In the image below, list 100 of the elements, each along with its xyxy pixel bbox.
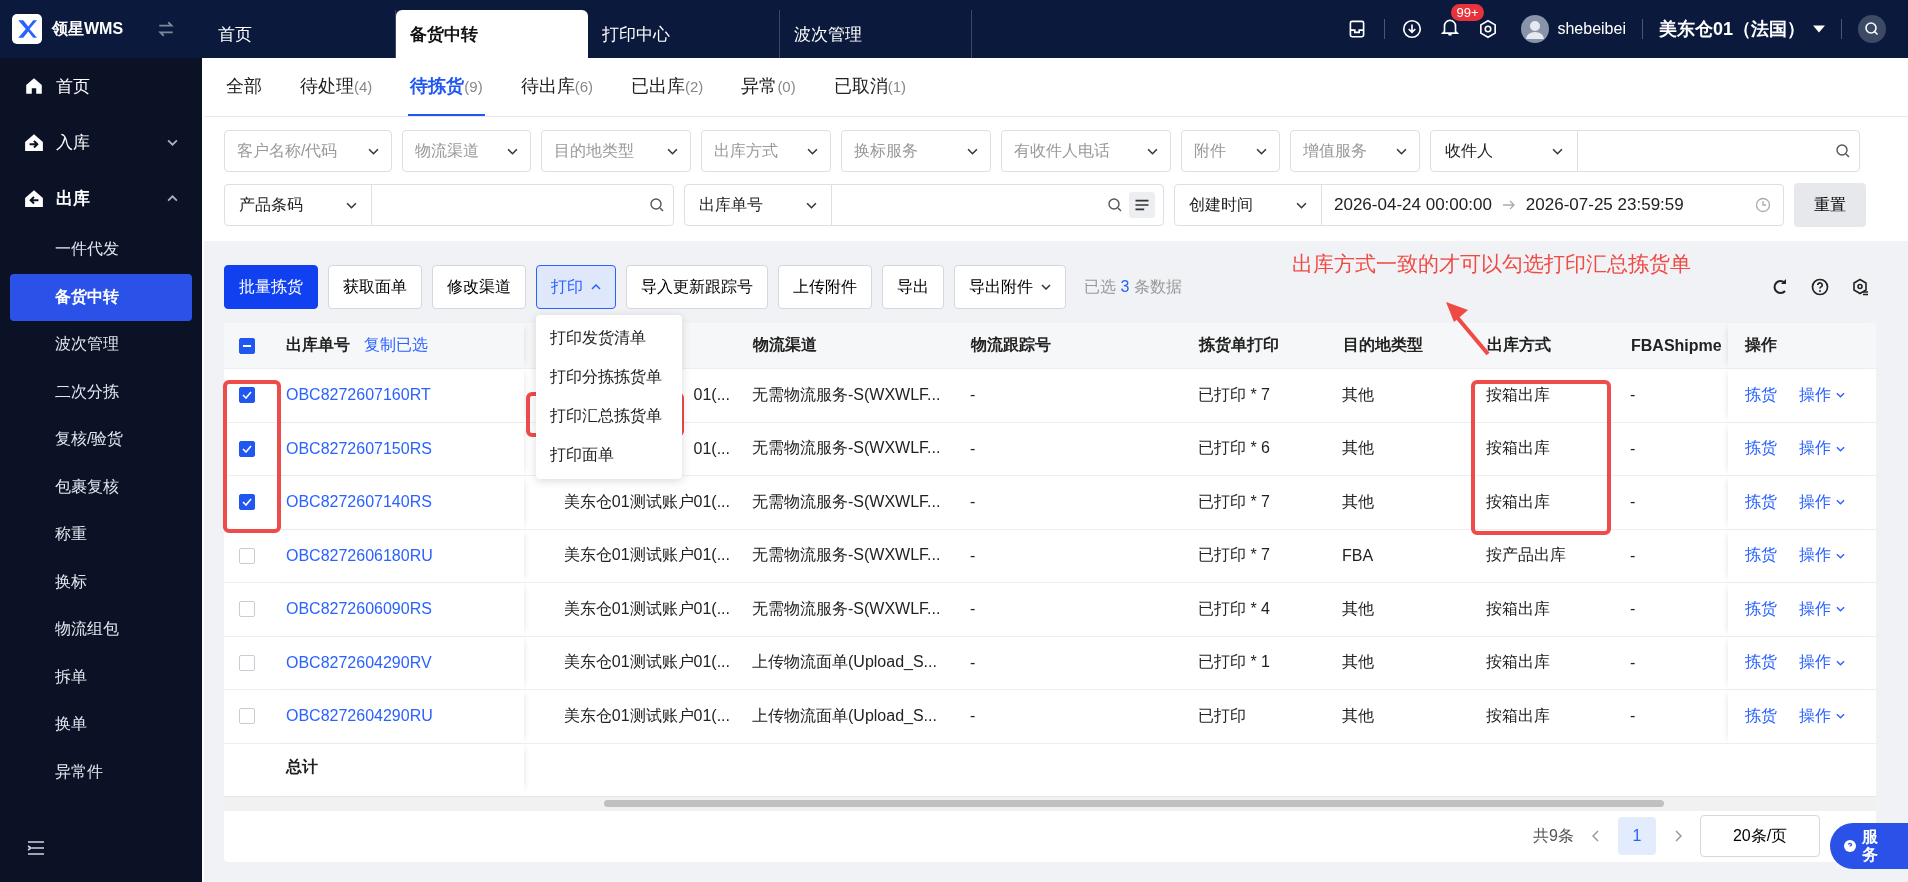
toolbar-button[interactable]: 批量拣货 — [224, 265, 318, 309]
channel-cell-text: 无需物流服务-S(WXWLF... — [752, 384, 941, 405]
order-link[interactable]: OBC8272604290RU — [286, 707, 433, 726]
order-link[interactable]: OBC8272606090RS — [286, 600, 432, 619]
outbox-arrow-icon — [24, 188, 44, 208]
sidebar-subitem[interactable]: 异常件 — [10, 748, 192, 796]
select-all-checkbox[interactable] — [239, 337, 255, 354]
toolbar-button[interactable]: 获取面单 — [328, 265, 422, 309]
total-count: 共9条 — [1533, 825, 1574, 846]
print-status-cell-text: 已打印 * 7 — [1198, 384, 1270, 405]
pick-link[interactable]: 拣货 — [1745, 384, 1777, 406]
prev-page-icon[interactable] — [1592, 830, 1600, 843]
sidebar-subitem[interactable]: 称重 — [10, 511, 192, 559]
row-checkbox[interactable] — [239, 440, 255, 457]
pick-link[interactable]: 拣货 — [1745, 652, 1777, 674]
sidebar-subitem[interactable]: 备货中转 — [10, 273, 192, 321]
print-status-cell-text: 已打印 * 7 — [1198, 545, 1270, 566]
sidebar-subitem[interactable]: 复核/验货 — [10, 416, 192, 464]
question-icon — [1844, 840, 1856, 852]
order-link[interactable]: OBC8272604290RV — [286, 653, 432, 672]
destination-cell-text: 其他 — [1342, 598, 1374, 619]
status-tab[interactable]: 待处理(4) — [298, 58, 375, 116]
menu-item[interactable]: 打印面单 — [536, 436, 682, 475]
menu-icon[interactable] — [26, 840, 46, 856]
sidebar-subitem[interactable]: 二次分拣 — [10, 368, 192, 416]
status-tab[interactable]: 全部 — [224, 58, 264, 116]
sidebar-item[interactable]: 出库 — [0, 170, 202, 226]
sidebar-subitem[interactable]: 波次管理 — [10, 321, 192, 369]
notification-badge: 99+ — [1451, 4, 1484, 21]
row-checkbox[interactable] — [239, 387, 255, 404]
method-cell-text: 按箱出库 — [1486, 384, 1550, 405]
order-link[interactable]: OBC8272606180RU — [286, 546, 433, 565]
shipment-cell: - — [1630, 653, 1636, 672]
chevron-icon — [368, 147, 379, 155]
column-header: 出库方式 — [1487, 335, 1551, 355]
menu-item[interactable]: 打印汇总拣货单 — [536, 397, 682, 436]
warehouse-selector[interactable]: 美东仓01（法国） — [1658, 17, 1805, 41]
sidebar-item[interactable]: 入库 — [0, 114, 202, 170]
copy-selected-link[interactable]: 复制已选 — [364, 335, 428, 356]
sidebar-subitem[interactable]: 换标 — [10, 558, 192, 606]
chevron-icon — [1256, 147, 1267, 155]
actions-link[interactable]: 操作 — [1799, 705, 1845, 727]
service-button[interactable]: 服务 — [1830, 823, 1908, 869]
download-icon[interactable] — [1401, 18, 1424, 40]
pick-link[interactable]: 拣货 — [1745, 598, 1777, 620]
actions-link[interactable]: 操作 — [1799, 384, 1845, 406]
sidebar-subitem[interactable]: 一件代发 — [10, 226, 192, 274]
chevron-up-icon — [591, 284, 601, 290]
order-link[interactable]: OBC8272607140RS — [286, 493, 432, 512]
menu-item[interactable]: 打印分拣拣货单 — [536, 358, 682, 397]
toolbar-button[interactable]: 修改渠道 — [432, 265, 526, 309]
page-tab[interactable]: 备货中转 — [396, 10, 588, 58]
destination-cell-text: 其他 — [1342, 438, 1374, 459]
order-link[interactable]: OBC8272607160RT — [286, 386, 431, 405]
scrollbar-thumb[interactable] — [604, 799, 1664, 807]
pick-link[interactable]: 拣货 — [1745, 491, 1777, 513]
sidebar-subitem[interactable]: 换单 — [10, 701, 192, 749]
avatar-icon[interactable] — [1521, 15, 1550, 43]
status-tab[interactable]: 待出库(6) — [518, 58, 596, 116]
print-status-cell-text: 已打印 * 4 — [1198, 598, 1270, 619]
toolbar-button[interactable]: 导出 — [882, 265, 944, 309]
menu-item[interactable]: 打印发货清单 — [536, 319, 682, 358]
reset-button[interactable]: 重置 — [1794, 183, 1866, 227]
page-size-select[interactable]: 20条/页 — [1700, 815, 1820, 858]
status-tab[interactable]: 已出库(2) — [629, 58, 706, 116]
toolbar-button[interactable]: 导出附件 — [954, 265, 1066, 309]
collapse-icon[interactable] — [157, 20, 176, 38]
pick-link[interactable]: 拣货 — [1745, 545, 1777, 567]
tracking-cell: - — [970, 439, 976, 458]
toolbar-button[interactable]: 导入更新跟踪号 — [626, 265, 768, 309]
column-header: FBAShipme — [1631, 336, 1722, 355]
actions-link[interactable]: 操作 — [1799, 491, 1845, 513]
sidebar-subitem[interactable]: 物流组包 — [10, 606, 192, 654]
caret-icon[interactable] — [1813, 25, 1825, 33]
order-link[interactable]: OBC8272607150RS — [286, 439, 432, 458]
selection-count: 已选 3 条数据 — [1084, 276, 1182, 297]
customer-cell-text: 美东仓01测试账户01(... — [563, 545, 730, 566]
actions-link[interactable]: 操作 — [1799, 598, 1845, 620]
actions-link[interactable]: 操作 — [1799, 652, 1845, 674]
toolbar-button[interactable]: 打印 — [536, 265, 616, 309]
status-tab[interactable]: 异常(0) — [739, 58, 798, 116]
toolbar-button[interactable]: 上传附件 — [778, 265, 872, 309]
column-settings-icon[interactable] — [1850, 277, 1870, 297]
search-icon[interactable] — [1858, 15, 1886, 43]
row-checkbox[interactable] — [239, 494, 255, 511]
user-name[interactable]: shebeibei — [1557, 20, 1626, 38]
brand-name: 领星WMS — [52, 18, 124, 39]
logo-icon — [12, 14, 42, 44]
help-icon[interactable] — [1810, 277, 1830, 297]
page-button[interactable]: 1 — [1618, 817, 1656, 856]
sidebar-subitem[interactable]: 包裹复核 — [10, 463, 192, 511]
status-tab[interactable]: 已取消(1) — [831, 58, 909, 116]
pick-link[interactable]: 拣货 — [1745, 705, 1777, 727]
chevron-down-icon — [1836, 659, 1845, 666]
sidebar-item[interactable]: 首页 — [0, 58, 202, 114]
actions-link[interactable]: 操作 — [1799, 545, 1845, 567]
pick-link[interactable]: 拣货 — [1745, 438, 1777, 460]
sidebar-subitem[interactable]: 拆单 — [10, 653, 192, 701]
actions-link[interactable]: 操作 — [1799, 438, 1845, 460]
next-page-icon[interactable] — [1674, 830, 1682, 843]
